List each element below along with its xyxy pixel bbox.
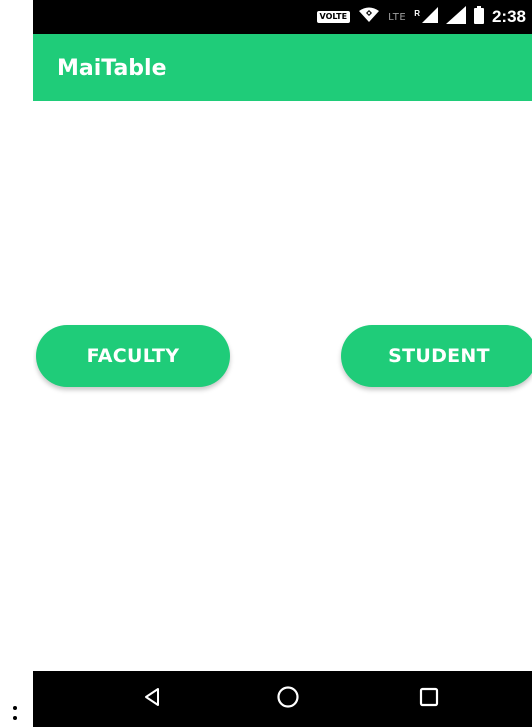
recents-square-icon bbox=[419, 687, 439, 712]
app-title: MaiTable bbox=[57, 56, 167, 81]
left-margin bbox=[0, 0, 33, 727]
back-triangle-icon bbox=[142, 687, 162, 712]
status-time: 2:38 bbox=[491, 7, 526, 26]
lte-label: LTE bbox=[388, 11, 407, 23]
phone-screen: VOLTE LTE R 2:38 MaiTable FACULTY STUDEN… bbox=[33, 0, 532, 727]
status-bar: VOLTE LTE R 2:38 bbox=[33, 0, 532, 34]
roaming-indicator: R bbox=[414, 9, 420, 18]
overflow-dots-icon bbox=[12, 698, 18, 724]
signal-roaming-icon bbox=[421, 6, 438, 28]
home-circle-icon bbox=[276, 685, 300, 714]
signal-icon bbox=[445, 5, 466, 29]
wifi-icon bbox=[358, 7, 380, 28]
main-content: FACULTY STUDENT bbox=[33, 101, 532, 671]
volte-badge: VOLTE bbox=[316, 11, 351, 23]
home-button[interactable] bbox=[258, 671, 318, 727]
faculty-button[interactable]: FACULTY bbox=[36, 325, 230, 387]
back-button[interactable] bbox=[122, 671, 182, 727]
battery-icon bbox=[473, 5, 484, 29]
status-icons: VOLTE LTE R 2:38 bbox=[316, 0, 526, 34]
navigation-bar bbox=[33, 671, 532, 727]
app-bar: MaiTable bbox=[33, 34, 532, 101]
recents-button[interactable] bbox=[399, 671, 459, 727]
student-button[interactable]: STUDENT bbox=[341, 325, 532, 387]
